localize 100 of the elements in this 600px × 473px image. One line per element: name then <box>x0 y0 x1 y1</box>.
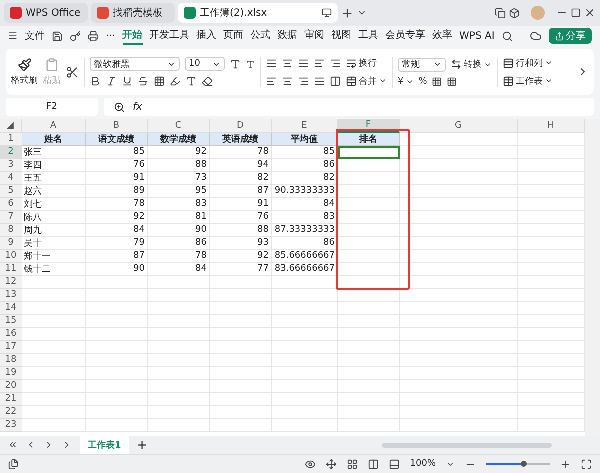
outdent-icon[interactable] <box>330 58 341 68</box>
indent-icon[interactable] <box>314 58 325 68</box>
grow-font-icon[interactable] <box>230 58 241 70</box>
underline-icon[interactable] <box>122 76 133 87</box>
shrink-font-icon[interactable] <box>246 60 255 68</box>
cube-icon[interactable] <box>509 8 520 18</box>
font-color-icon[interactable] <box>186 76 197 87</box>
first-sheet-icon[interactable] <box>8 440 18 450</box>
highlighter-icon[interactable] <box>170 76 181 87</box>
name-box[interactable]: F2 <box>6 98 98 116</box>
add-sheet-button[interactable]: + <box>137 438 148 452</box>
corner-cell[interactable]: ◢ <box>0 119 22 133</box>
row-header[interactable]: 1 <box>0 133 22 146</box>
align-left-icon[interactable] <box>266 76 277 86</box>
rows-columns-button[interactable]: 行和列 <box>503 56 553 70</box>
column-header[interactable]: E <box>272 119 338 133</box>
copy-icon[interactable] <box>495 8 506 18</box>
italic-icon[interactable] <box>106 76 117 87</box>
column-header[interactable]: A <box>22 119 86 133</box>
wps-ai-menu[interactable]: WPS AI <box>460 30 495 42</box>
align-center-icon[interactable] <box>282 76 293 86</box>
row-header[interactable]: 22 <box>0 406 22 419</box>
font-size-select[interactable]: 10 <box>185 57 225 71</box>
convert-button[interactable]: 转换 <box>451 58 492 71</box>
zoom-level[interactable]: 100% <box>410 459 436 469</box>
row-header[interactable]: 11 <box>0 263 22 276</box>
save-icon[interactable] <box>52 30 63 42</box>
row-header[interactable]: 14 <box>0 302 22 315</box>
new-tab-icon[interactable] <box>341 6 354 20</box>
row-header[interactable]: 8 <box>0 224 22 237</box>
eraser-icon[interactable] <box>202 76 213 87</box>
menu-tab[interactable]: 开始 <box>122 27 143 45</box>
key-icon[interactable] <box>70 30 81 42</box>
border-icon[interactable] <box>154 76 165 87</box>
column-header[interactable]: G <box>400 119 518 133</box>
sheet-tab[interactable]: 工作表1 <box>80 436 130 454</box>
thousands-icon[interactable] <box>432 76 442 86</box>
column-header[interactable]: D <box>210 119 272 133</box>
font-select[interactable]: 微软雅黑 <box>90 57 180 71</box>
row-header[interactable]: 7 <box>0 211 22 224</box>
formula-bar[interactable]: fx <box>104 98 594 116</box>
percent-button[interactable]: % <box>418 76 428 86</box>
monitor-icon[interactable] <box>322 8 332 18</box>
row-header[interactable]: 23 <box>0 419 22 432</box>
row-header[interactable]: 16 <box>0 328 22 341</box>
menu-tab[interactable]: 视图 <box>332 27 352 45</box>
eye-icon[interactable] <box>305 458 316 470</box>
zoom-slider-thumb[interactable] <box>521 461 528 467</box>
menu-icon[interactable] <box>8 31 18 41</box>
row-header[interactable]: 4 <box>0 172 22 185</box>
worksheet-button[interactable]: 工作表 <box>503 74 553 88</box>
align-bottom-icon[interactable] <box>298 58 309 68</box>
cut-icon[interactable] <box>66 66 79 78</box>
horizontal-scrollbar[interactable] <box>382 442 552 448</box>
row-header[interactable]: 10 <box>0 250 22 263</box>
share-button[interactable]: 分享 <box>549 28 592 44</box>
move-icon[interactable] <box>326 458 338 470</box>
menu-tab[interactable]: 审阅 <box>304 27 325 45</box>
column-header[interactable]: H <box>518 119 585 133</box>
wrap-button[interactable]: 换行 <box>346 56 377 70</box>
row-header[interactable]: 15 <box>0 315 22 328</box>
row-header[interactable]: 17 <box>0 341 22 354</box>
row-header[interactable]: 18 <box>0 354 22 367</box>
selected-cell[interactable] <box>338 146 400 159</box>
menu-tab[interactable]: 效率 <box>432 27 453 45</box>
column-header[interactable]: C <box>148 119 210 133</box>
currency-button[interactable]: ¥ <box>398 76 414 86</box>
strikethrough-icon[interactable] <box>138 76 149 87</box>
row-header[interactable]: 5 <box>0 185 22 198</box>
macro-icon[interactable] <box>8 458 19 470</box>
cloud-icon[interactable] <box>530 30 542 42</box>
vertical-scrollbar[interactable] <box>585 119 600 436</box>
bold-icon[interactable] <box>90 76 101 87</box>
row-header[interactable]: 21 <box>0 393 22 406</box>
justify-icon[interactable] <box>314 76 325 86</box>
menu-tab[interactable]: 开发工具 <box>150 27 190 45</box>
row-header[interactable]: 13 <box>0 289 22 302</box>
format-painter-button[interactable]: 格式刷 <box>11 58 38 86</box>
menu-tab[interactable]: 页面 <box>224 27 244 45</box>
maximize-icon[interactable] <box>571 8 581 18</box>
fullscreen-icon[interactable] <box>581 458 592 470</box>
number-format-select[interactable]: 常规 <box>398 58 446 72</box>
align-top-icon[interactable] <box>266 58 277 68</box>
menu-tab[interactable]: 数据 <box>278 27 298 45</box>
row-header[interactable]: 6 <box>0 198 22 211</box>
normal-view-icon[interactable] <box>347 458 358 470</box>
app-tab[interactable]: 找稻壳模板 <box>91 3 175 23</box>
menu-tab[interactable]: 公式 <box>250 27 271 45</box>
print-icon[interactable] <box>88 30 99 42</box>
row-header[interactable]: 19 <box>0 367 22 380</box>
zoom-in-icon[interactable] <box>560 458 571 470</box>
align-right-icon[interactable] <box>298 76 309 86</box>
align-middle-icon[interactable] <box>282 58 293 68</box>
row-header[interactable]: 12 <box>0 276 22 289</box>
search-icon[interactable] <box>502 30 513 42</box>
page-view-icon[interactable] <box>389 458 400 470</box>
app-tab[interactable]: 工作簿(2).xlsx <box>178 3 338 23</box>
distribute-icon[interactable] <box>330 76 341 86</box>
more-menu[interactable]: ··· <box>106 30 116 42</box>
row-header[interactable]: 3 <box>0 159 22 172</box>
